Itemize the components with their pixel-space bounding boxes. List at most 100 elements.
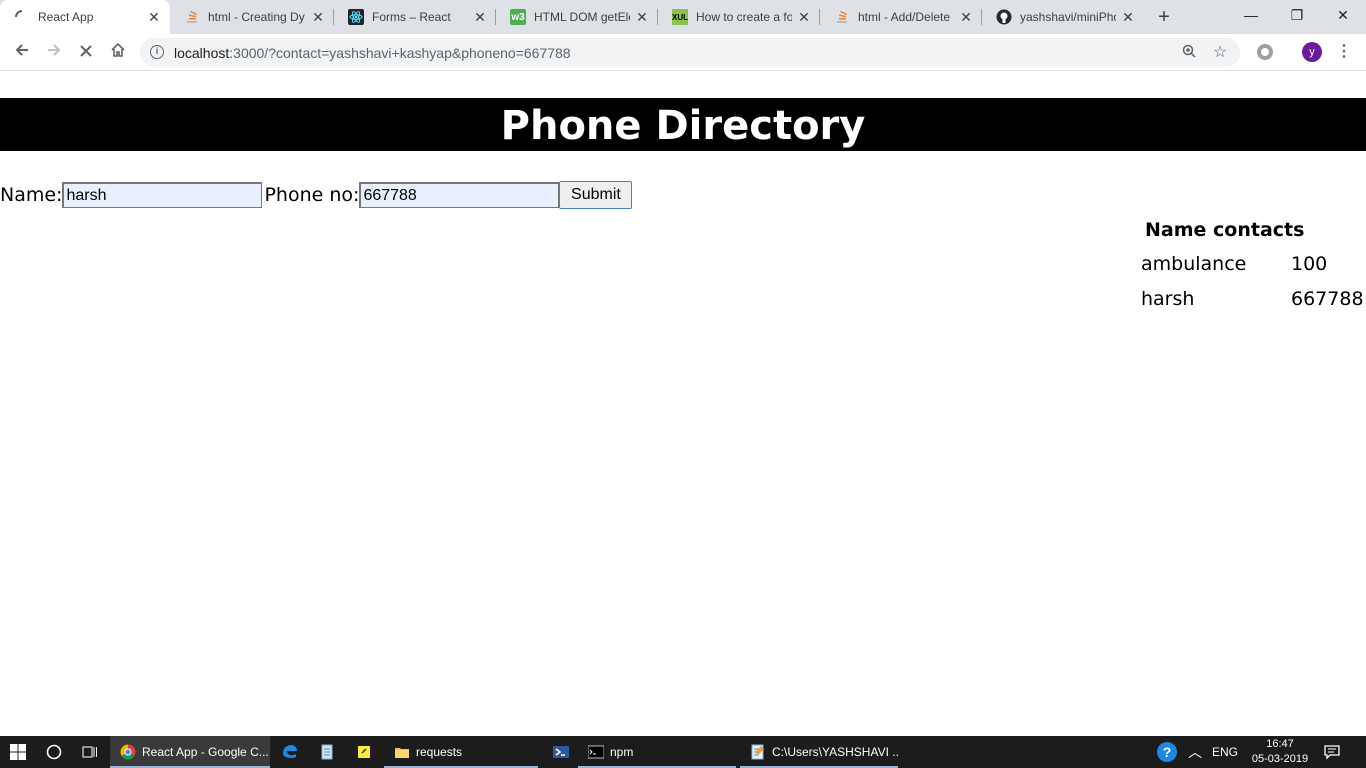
browser-toolbar: i localhost:3000/?contact=yashshavi+kash… [0, 34, 1366, 71]
page-title: Phone Directory [0, 98, 1366, 151]
clock-date: 05-03-2019 [1251, 753, 1309, 765]
system-clock[interactable]: 16:47 05-03-2019 [1248, 737, 1312, 767]
task-view-button[interactable] [72, 736, 108, 768]
site-info-icon[interactable]: i [150, 45, 164, 59]
table-row: ambulance 100 [1139, 247, 1366, 282]
tab-title: React App [38, 10, 94, 24]
taskbar-app-npm[interactable]: npm [578, 736, 736, 768]
react-icon [348, 9, 364, 25]
powershell-pinned[interactable] [543, 736, 579, 768]
tab-github[interactable]: yashshavi/miniPho ✕ [982, 0, 1144, 34]
home-icon [111, 42, 125, 57]
notepad-icon [321, 744, 333, 760]
tab-title: How to create a fo [696, 10, 792, 24]
bookmark-star-icon[interactable]: ☆ [1213, 42, 1227, 62]
home-button[interactable] [106, 40, 130, 64]
extension-icon[interactable] [1257, 44, 1273, 60]
svg-text:?: ? [1163, 744, 1172, 760]
tab-html-add-delete[interactable]: html - Add/Delete ✕ [820, 0, 982, 34]
contacts-header: Name contacts [1145, 219, 1305, 241]
cortana-circle-icon [46, 744, 62, 760]
close-tab-icon[interactable]: ✕ [310, 9, 326, 25]
tab-title: HTML DOM getEle [534, 10, 630, 24]
sticky-notes-pinned[interactable] [346, 736, 382, 768]
taskbar-app-label: requests [416, 745, 463, 759]
tab-strip: React App ✕ html - Creating Dy ✕ Forms –… [0, 0, 1366, 34]
taskbar-app-chrome[interactable]: React App - Google C... [110, 736, 270, 768]
new-tab-button[interactable]: + [1152, 5, 1176, 29]
browser-menu-icon[interactable]: ⋮ [1334, 42, 1354, 62]
powershell-icon [553, 746, 569, 758]
table-row: harsh 667788 [1139, 282, 1366, 317]
tab-title: Forms – React [372, 10, 451, 24]
tab-title: yashshavi/miniPho [1020, 10, 1116, 24]
taskbar-app-notepad[interactable]: C:\Users\YASHSHAVI ... [740, 736, 898, 768]
back-arrow-icon [15, 44, 28, 56]
stop-loading-button[interactable] [74, 40, 98, 64]
folder-icon [395, 748, 409, 758]
show-hidden-icons-button[interactable]: ︿ [1188, 736, 1202, 768]
close-tab-icon[interactable]: ✕ [958, 9, 974, 25]
name-input[interactable] [62, 182, 263, 208]
contact-name: ambulance [1141, 253, 1247, 275]
close-tab-icon[interactable]: ✕ [796, 9, 812, 25]
taskbar-app-requests[interactable]: requests [384, 736, 538, 768]
url-path: :3000/?contact=yashshavi+kashyap&phoneno… [229, 45, 571, 61]
tab-title: html - Creating Dy [208, 10, 305, 24]
close-tab-icon[interactable]: ✕ [472, 9, 488, 25]
chevron-up-icon: ︿ [1188, 744, 1202, 760]
close-tab-icon[interactable]: ✕ [1120, 9, 1136, 25]
taskbar-app-label: React App - Google C... [142, 745, 269, 759]
help-icon: ? [1157, 742, 1177, 762]
contact-phone: 100 [1291, 253, 1328, 275]
help-tray-icon[interactable]: ? [1156, 736, 1178, 768]
tab-html-creating[interactable]: html - Creating Dy ✕ [170, 0, 334, 34]
taskbar-app-label: npm [610, 745, 634, 759]
cmd-icon [588, 745, 604, 759]
phone-input[interactable] [359, 182, 560, 208]
tab-html-dom[interactable]: w3 HTML DOM getEle ✕ [496, 0, 658, 34]
stackoverflow-icon [834, 9, 850, 25]
minimize-button[interactable]: — [1228, 0, 1274, 30]
close-tab-icon[interactable]: ✕ [634, 9, 650, 25]
taskbar-app-label: C:\Users\YASHSHAVI ... [772, 745, 898, 759]
edge-icon [283, 745, 297, 758]
page-content: Phone Directory Name: Phone no: Submit N… [0, 72, 1366, 736]
url-text[interactable]: localhost:3000/?contact=yashshavi+kashya… [174, 45, 571, 61]
close-tab-icon[interactable]: ✕ [146, 9, 162, 25]
notification-icon [1324, 745, 1340, 760]
action-center-button[interactable] [1324, 736, 1340, 768]
xul-icon: XUL [672, 9, 688, 25]
tab-react-app[interactable]: React App ✕ [0, 0, 170, 34]
windows-taskbar: React App - Google C... requests npm C:\… [0, 736, 1366, 768]
contact-phone: 667788 [1291, 288, 1364, 310]
contact-form: Name: Phone no: Submit [0, 181, 633, 209]
notepad-pinned[interactable] [309, 736, 345, 768]
stackoverflow-icon [184, 9, 200, 25]
tab-forms-react[interactable]: Forms – React ✕ [334, 0, 496, 34]
windows-logo-icon [10, 744, 26, 760]
edge-pinned[interactable] [272, 736, 308, 768]
loading-spinner-icon [14, 9, 30, 25]
close-window-button[interactable]: ✕ [1320, 0, 1366, 30]
name-label: Name: [0, 184, 63, 206]
contacts-table: Name contacts ambulance 100 harsh 667788 [1139, 213, 1366, 317]
tab-how-to-create[interactable]: XUL How to create a fo ✕ [658, 0, 820, 34]
tab-title: html - Add/Delete [858, 10, 951, 24]
github-icon [996, 9, 1012, 25]
task-view-icon [82, 746, 97, 758]
notepad-icon [751, 744, 764, 760]
back-button[interactable] [10, 40, 34, 64]
stop-icon [80, 45, 92, 57]
zoom-icon[interactable] [1182, 44, 1196, 61]
address-bar[interactable]: i localhost:3000/?contact=yashshavi+kash… [140, 38, 1240, 67]
w3schools-icon: w3 [510, 9, 526, 25]
language-indicator[interactable]: ENG [1212, 736, 1238, 768]
forward-button[interactable] [42, 40, 66, 64]
maximize-button[interactable]: ❐ [1274, 0, 1320, 30]
submit-button[interactable]: Submit [559, 181, 633, 209]
search-button[interactable] [36, 736, 72, 768]
forward-arrow-icon [48, 44, 61, 56]
profile-avatar[interactable]: y [1302, 42, 1322, 62]
start-button[interactable] [0, 736, 36, 768]
